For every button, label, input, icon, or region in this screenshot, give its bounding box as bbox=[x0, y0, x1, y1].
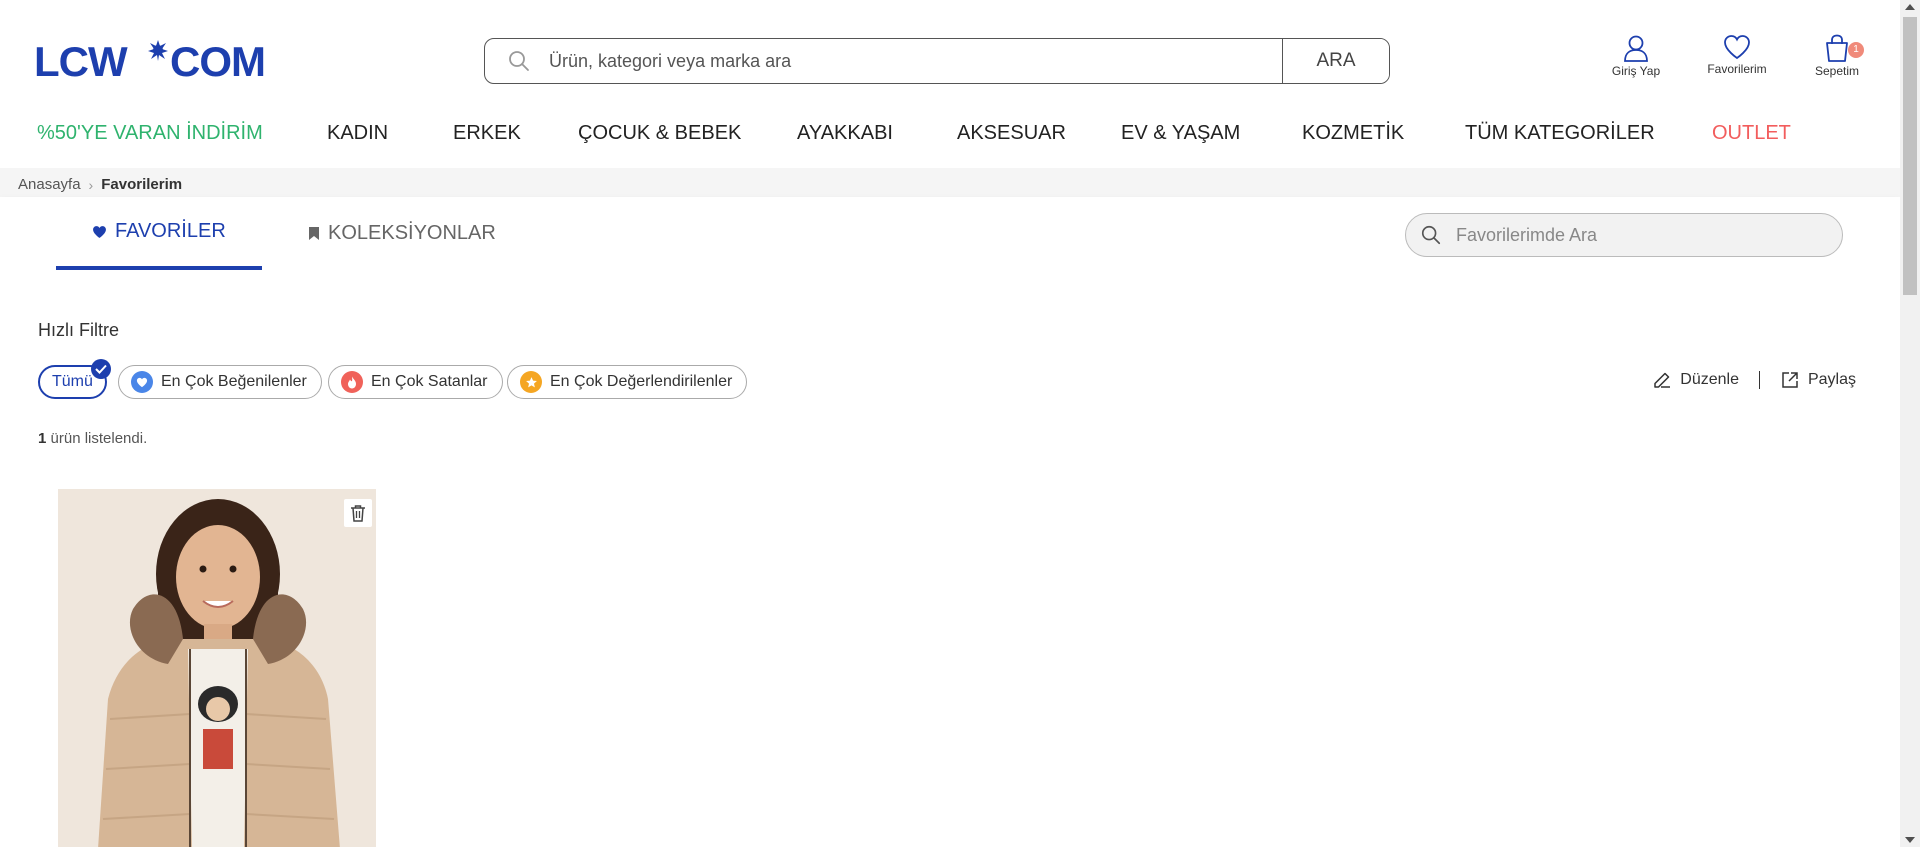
main-navigation: %50'YE VARAN İNDİRİM KADIN ERKEK ÇOCUK &… bbox=[0, 116, 1900, 152]
filter-chip-most-liked[interactable]: En Çok Beğenilenler bbox=[118, 365, 322, 399]
login-button[interactable]: Giriş Yap bbox=[1591, 34, 1681, 84]
nav-item-cosmetics[interactable]: KOZMETİK bbox=[1302, 122, 1404, 145]
product-count-text: 1 ürün listelendi. bbox=[38, 430, 147, 447]
edit-label: Düzenle bbox=[1680, 371, 1739, 388]
search-icon bbox=[509, 51, 529, 71]
star-icon bbox=[520, 371, 542, 393]
tab-collections-label: KOLEKSİYONLAR bbox=[328, 222, 496, 244]
main-search-bar: ARA bbox=[484, 38, 1390, 84]
product-card[interactable] bbox=[58, 489, 376, 847]
tab-favorites[interactable]: FAVORİLER bbox=[56, 197, 262, 270]
product-image[interactable] bbox=[58, 489, 376, 847]
main-search-input[interactable] bbox=[549, 39, 1282, 83]
filter-chip-all[interactable]: Tümü bbox=[38, 359, 111, 399]
share-button[interactable]: Paylaş bbox=[1780, 370, 1856, 390]
scroll-down-icon[interactable] bbox=[1905, 837, 1915, 843]
search-button[interactable]: ARA bbox=[1282, 39, 1389, 83]
favorites-button[interactable]: Favorilerim bbox=[1692, 34, 1782, 84]
favorites-tabs-bar: FAVORİLER KOLEKSİYONLAR bbox=[0, 197, 1900, 270]
filter-chip-best-sellers-label: En Çok Satanlar bbox=[371, 373, 488, 390]
scroll-up-icon[interactable] bbox=[1905, 4, 1915, 10]
nav-item-kids-baby[interactable]: ÇOCUK & BEBEK bbox=[578, 122, 741, 145]
login-label: Giriş Yap bbox=[1611, 64, 1661, 78]
nav-item-men[interactable]: ERKEK bbox=[453, 122, 521, 145]
tab-favorites-label: FAVORİLER bbox=[115, 220, 226, 242]
nav-item-accessories[interactable]: AKSESUAR bbox=[957, 122, 1066, 145]
page-scrollbar[interactable] bbox=[1900, 0, 1920, 847]
chevron-right-icon: › bbox=[88, 176, 94, 193]
svg-text:LCW: LCW bbox=[34, 40, 128, 82]
product-count-suffix: ürün listelendi. bbox=[46, 430, 148, 447]
nav-item-discount[interactable]: %50'YE VARAN İNDİRİM bbox=[37, 122, 263, 145]
site-header: LCW COM ARA Giriş Yap Favorilerim bbox=[0, 0, 1900, 168]
share-icon bbox=[1782, 372, 1798, 388]
filter-chip-all-label: Tümü bbox=[52, 373, 93, 390]
favorites-search-input[interactable] bbox=[1456, 224, 1842, 246]
cart-button[interactable]: 1 Sepetim bbox=[1792, 34, 1882, 84]
edit-icon bbox=[1654, 372, 1671, 388]
favorites-content: Hızlı Filtre Tümü En Çok Beğenilenler En… bbox=[0, 270, 1900, 847]
quick-filter-title: Hızlı Filtre bbox=[38, 320, 119, 340]
filter-chip-most-reviewed[interactable]: En Çok Değerlendirilenler bbox=[507, 365, 748, 399]
tab-collections[interactable]: KOLEKSİYONLAR bbox=[308, 197, 496, 270]
svg-text:COM: COM bbox=[170, 40, 265, 82]
share-label: Paylaş bbox=[1807, 371, 1856, 388]
lcw-logo[interactable]: LCW COM bbox=[34, 40, 282, 82]
user-icon bbox=[1624, 35, 1648, 62]
nav-item-all-categories[interactable]: TÜM KATEGORİLER bbox=[1465, 122, 1655, 145]
favorites-label: Favorilerim bbox=[1707, 62, 1767, 76]
cart-count-badge: 1 bbox=[1848, 42, 1864, 58]
edit-button[interactable]: Düzenle bbox=[1652, 370, 1739, 390]
shopping-bag-icon bbox=[1826, 34, 1848, 62]
heart-outline-icon bbox=[1724, 35, 1750, 60]
breadcrumb: Anasayfa › Favorilerim bbox=[18, 176, 182, 193]
scrollbar-thumb[interactable] bbox=[1903, 17, 1917, 295]
filter-chip-best-sellers[interactable]: En Çok Satanlar bbox=[328, 365, 503, 399]
favorites-search-box bbox=[1405, 213, 1843, 257]
search-icon bbox=[1421, 225, 1441, 245]
nav-item-outlet[interactable]: OUTLET bbox=[1712, 122, 1791, 145]
heart-icon bbox=[131, 371, 153, 393]
cart-label: Sepetim bbox=[1814, 64, 1860, 78]
list-actions: Düzenle Paylaş bbox=[1652, 370, 1856, 390]
checkmark-icon bbox=[90, 359, 111, 379]
fire-icon bbox=[341, 371, 363, 393]
nav-item-home-living[interactable]: EV & YAŞAM bbox=[1121, 122, 1240, 145]
trash-icon bbox=[351, 505, 365, 522]
filter-chip-most-reviewed-label: En Çok Değerlendirilenler bbox=[550, 373, 733, 390]
filter-chip-most-liked-label: En Çok Beğenilenler bbox=[161, 373, 307, 390]
nav-item-women[interactable]: KADIN bbox=[327, 122, 388, 145]
breadcrumb-home[interactable]: Anasayfa bbox=[18, 176, 81, 193]
divider bbox=[1758, 371, 1760, 389]
delete-favorite-button[interactable] bbox=[344, 499, 372, 527]
heart-filled-icon bbox=[93, 225, 106, 238]
bookmark-icon bbox=[309, 227, 319, 240]
nav-item-shoes[interactable]: AYAKKABI bbox=[797, 122, 893, 145]
breadcrumb-current: Favorilerim bbox=[101, 176, 183, 193]
